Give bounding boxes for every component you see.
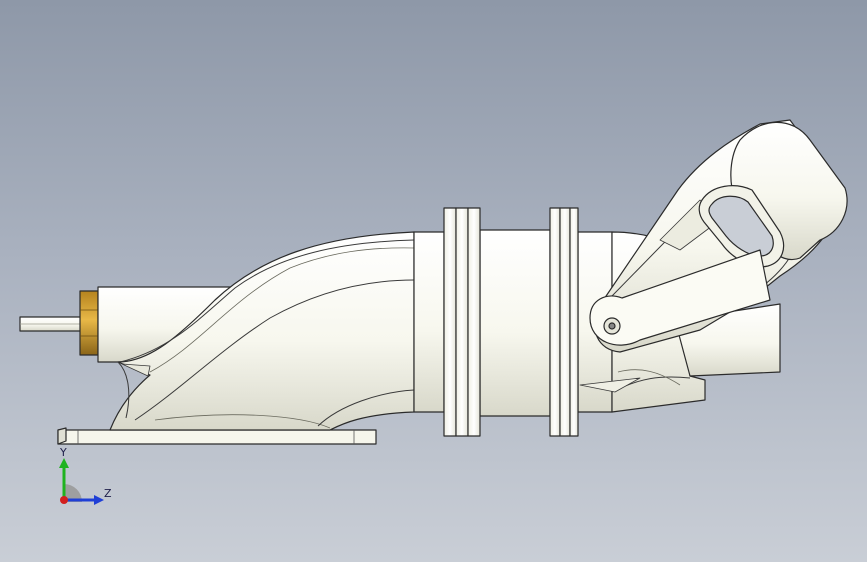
y-axis-label: Y	[59, 446, 67, 459]
brass-nut	[79, 290, 99, 356]
x-axis-dot	[60, 496, 68, 504]
flange-right	[549, 207, 579, 437]
cad-viewport[interactable]: Y Z	[0, 0, 867, 562]
flange-left	[443, 207, 481, 437]
axis-triad: Y Z	[59, 446, 112, 505]
pin-shaft	[19, 316, 83, 332]
part-model[interactable]: Y Z	[0, 0, 867, 562]
z-axis-label: Z	[104, 487, 112, 500]
